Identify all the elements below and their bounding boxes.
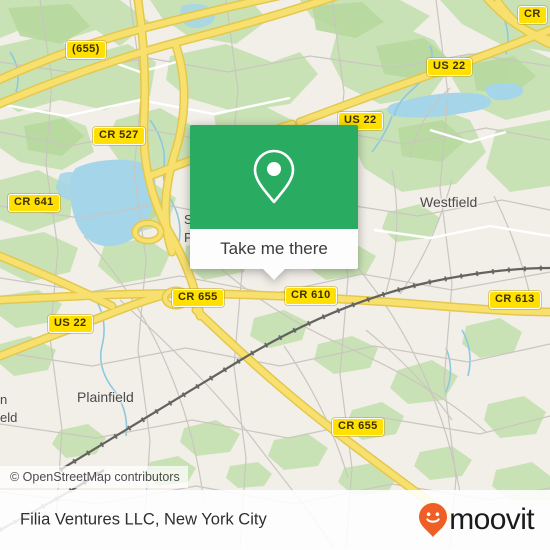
location-title: Filia Ventures LLC, New York City (20, 510, 267, 529)
road-shield-cr655-w[interactable]: CR 655 (172, 289, 224, 307)
popup-pointer-tail (263, 269, 285, 280)
place-label-partial-1: eld (0, 410, 18, 425)
road-shield-us22-ne[interactable]: US 22 (427, 58, 472, 76)
footer-bar: Filia Ventures LLC, New York City moovit (0, 490, 550, 550)
road-shield-cr641[interactable]: CR 641 (8, 194, 60, 212)
road-shield-cr-corner[interactable]: CR (518, 6, 547, 24)
map-popup-card[interactable]: Take me there (190, 125, 358, 280)
road-shield-655[interactable]: (655) (66, 41, 106, 59)
place-label-westfield: Westfield (420, 194, 478, 210)
take-me-there-button[interactable]: Take me there (190, 229, 358, 269)
road-shield-cr613[interactable]: CR 613 (489, 291, 541, 309)
road-shield-us22-sw[interactable]: US 22 (48, 315, 93, 333)
map-attribution[interactable]: © OpenStreetMap contributors (0, 466, 188, 488)
road-shield-cr610[interactable]: CR 610 (285, 287, 337, 305)
road-shield-cr655-s[interactable]: CR 655 (332, 418, 384, 436)
moovit-logo[interactable]: moovit (418, 502, 535, 538)
moovit-wordmark: moovit (449, 503, 534, 536)
moovit-pin-smiley-icon (418, 502, 448, 538)
popup-image-area (190, 125, 358, 229)
take-me-there-label: Take me there (220, 239, 328, 258)
place-label-partial-2: n (0, 392, 8, 407)
place-label-plainfield: Plainfield (77, 389, 134, 405)
road-shield-cr527[interactable]: CR 527 (93, 127, 145, 145)
map-screenshot: (655) CR 527 CR 641 US 22 US 22 CR US 22… (0, 0, 550, 550)
map-pin-icon (251, 148, 297, 206)
